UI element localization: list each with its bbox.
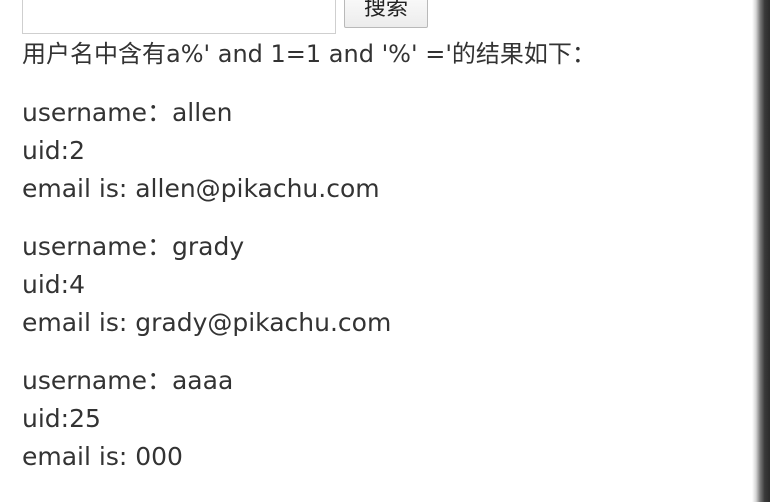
uid-line: uid:4	[22, 270, 85, 299]
search-input[interactable]	[22, 0, 336, 34]
window-edge-shadow	[752, 0, 770, 502]
page-content: 搜索 用户名中含有a%' and 1=1 and '%' ='的结果如下： us…	[0, 0, 752, 502]
search-button[interactable]: 搜索	[344, 0, 428, 28]
username-line: username：allen	[22, 98, 233, 127]
uid-line: uid:2	[22, 136, 85, 165]
result-summary: 用户名中含有a%' and 1=1 and '%' ='的结果如下：	[22, 40, 596, 68]
uid-line: uid:25	[22, 404, 101, 433]
email-line: email is: grady@pikachu.com	[22, 308, 392, 337]
username-line: username：aaaa	[22, 366, 234, 395]
email-line: email is: 000	[22, 442, 183, 471]
email-line: email is: allen@pikachu.com	[22, 174, 380, 203]
result-list: username：allen uid:2 email is: allen@pik…	[22, 94, 391, 496]
result-item: username：allen uid:2 email is: allen@pik…	[22, 94, 391, 208]
result-item: username：grady uid:4 email is: grady@pik…	[22, 228, 391, 342]
result-item: username：aaaa uid:25 email is: 000	[22, 362, 391, 476]
username-line: username：grady	[22, 232, 245, 261]
